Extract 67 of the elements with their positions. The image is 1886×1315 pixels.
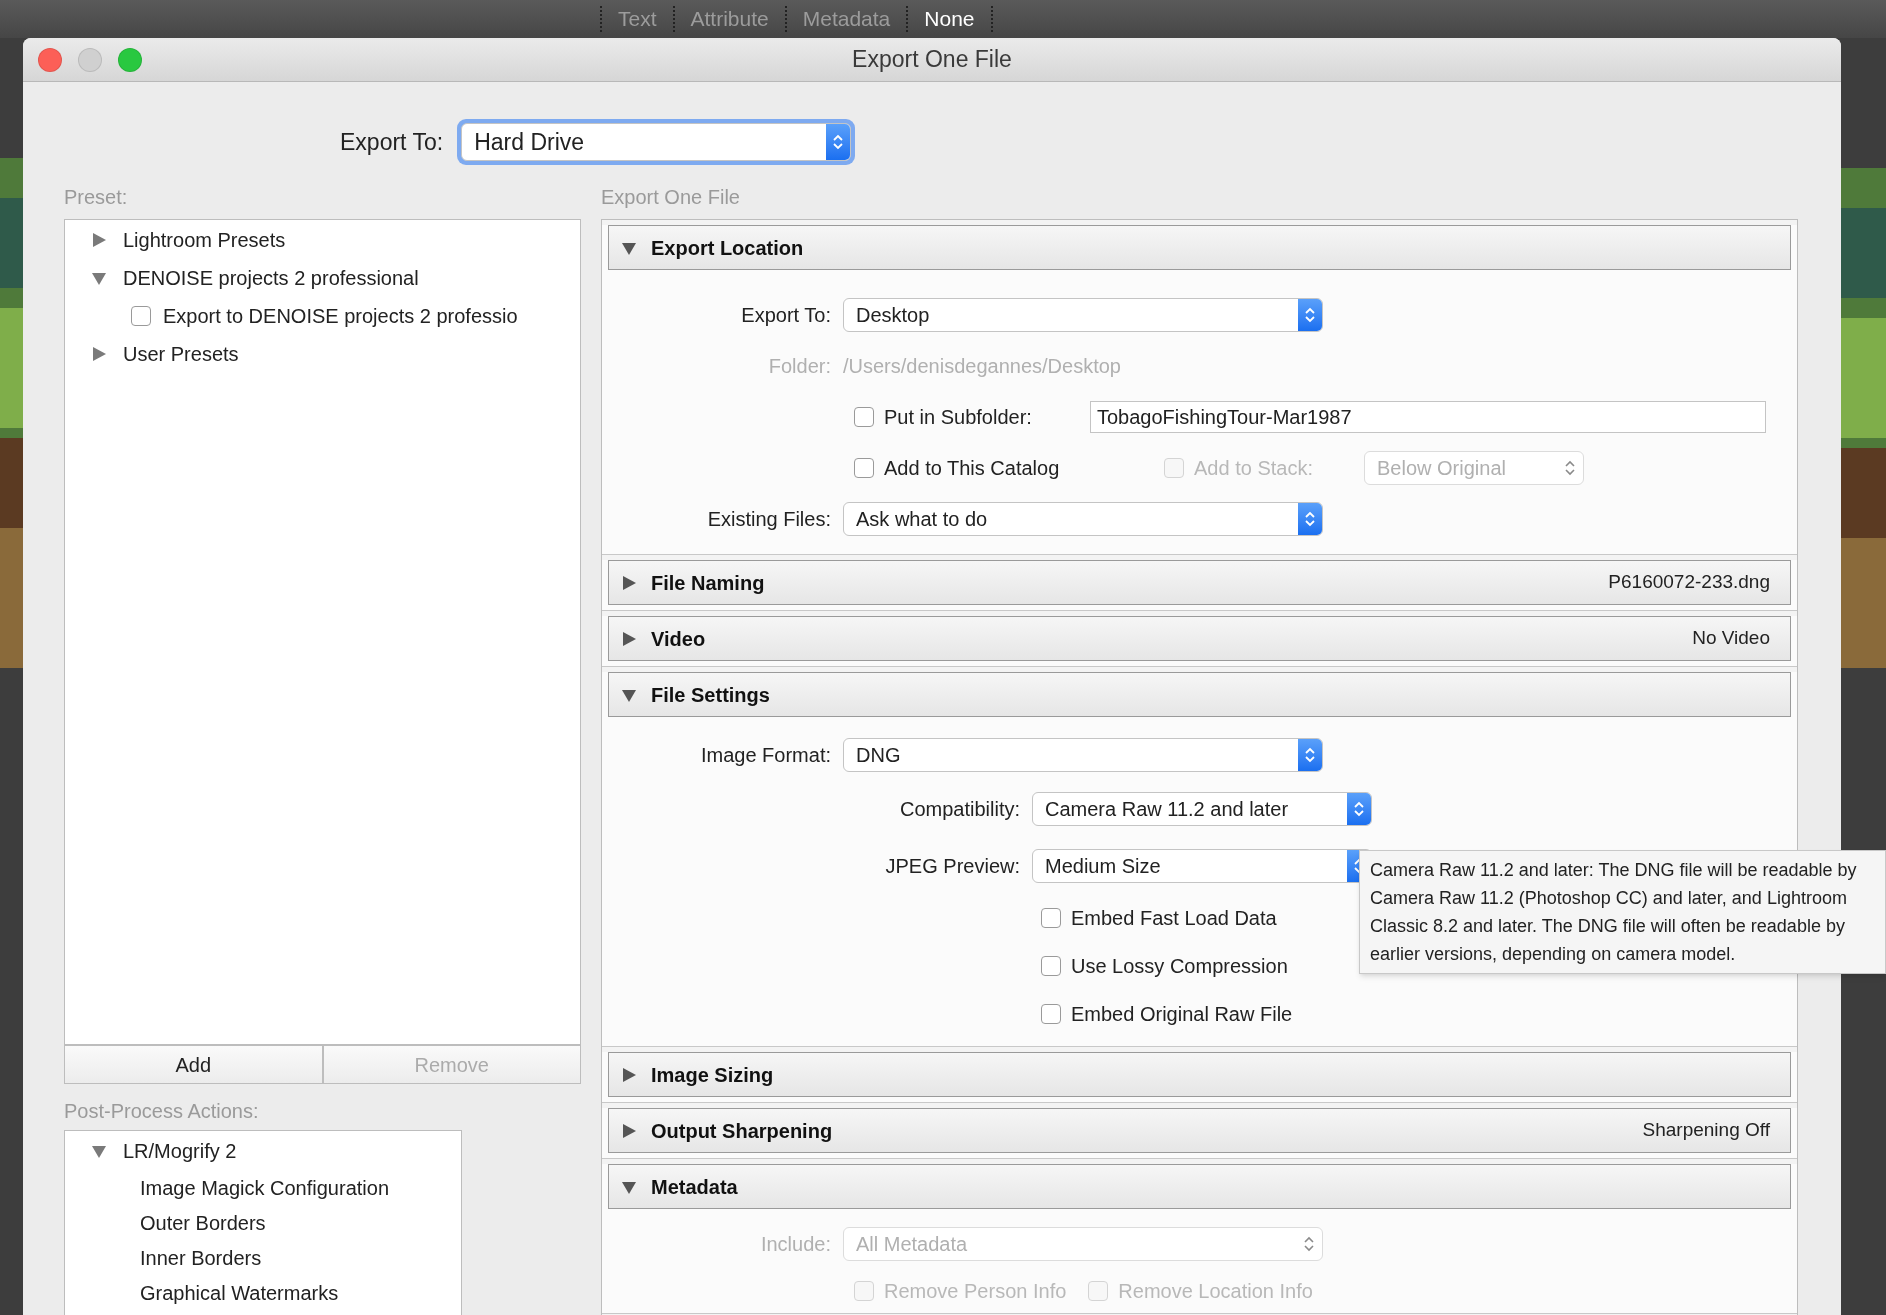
tree-item[interactable]: Export to DENOISE projects 2 professio — [163, 301, 518, 331]
preset-label: Preset: — [64, 185, 129, 208]
triangle-icon[interactable] — [91, 270, 107, 286]
stepper-icon — [1298, 502, 1322, 535]
checkbox-label: Add to This Catalog — [884, 455, 1061, 481]
section-header[interactable]: Export Location — [608, 225, 1791, 270]
window-title: Export One File — [852, 45, 1012, 75]
tree-item[interactable]: Image Magick Configuration — [140, 1172, 389, 1203]
checkbox-label: Add to Stack: — [1194, 455, 1314, 481]
checkbox-label: Embed Original Raw File — [1071, 1002, 1293, 1027]
checkbox[interactable] — [1041, 1004, 1061, 1024]
section-header[interactable]: File Naming P6160072-233.dng — [608, 560, 1791, 605]
stepper-icon — [1298, 298, 1322, 331]
post-process-label: Post-Process Actions: — [64, 1099, 260, 1122]
tree-item[interactable]: Inner Borders — [140, 1242, 262, 1273]
field-label: Image Format: — [700, 743, 831, 766]
close-button[interactable] — [38, 48, 62, 72]
folder-path: /Users/denisdegannes/Desktop — [843, 353, 1121, 379]
dropdown[interactable]: Ask what to do — [843, 501, 1323, 536]
triangle-icon[interactable] — [621, 1066, 637, 1083]
export-to-label: Export To: — [340, 127, 444, 157]
field-label: Folder: — [768, 354, 831, 377]
section-header[interactable]: Metadata — [608, 1164, 1791, 1209]
tree-item[interactable]: LR/Mogrify 2 — [123, 1136, 237, 1166]
section-header[interactable]: Video No Video — [608, 616, 1791, 661]
checkbox[interactable] — [131, 306, 151, 326]
triangle-icon[interactable] — [621, 1122, 637, 1139]
checkbox[interactable] — [1041, 908, 1061, 928]
tree-item[interactable]: User Presets — [123, 339, 239, 369]
checkbox-label: Put in Subfolder: — [884, 404, 1033, 430]
checkbox-label: Remove Location Info — [1118, 1279, 1313, 1304]
tooltip: Camera Raw 11.2 and later: The DNG file will be readable by Camera Raw 11.2 (Photoshop CC) and later, and Lightroom Classic 8.2 and later. The DNG file will often be readable by earlier versions, depending on camera model. — [1359, 850, 1886, 974]
dropdown[interactable]: Camera Raw 11.2 and later — [1032, 791, 1372, 826]
field-label: JPEG Preview: — [885, 854, 1020, 877]
dropdown[interactable]: Desktop — [843, 297, 1323, 332]
stepper-icon — [826, 124, 851, 160]
section-header[interactable]: Image Sizing — [608, 1052, 1791, 1097]
section-header[interactable]: File Settings — [608, 672, 1791, 717]
triangle-icon[interactable] — [621, 630, 637, 647]
field-label: Include: — [760, 1232, 831, 1255]
field-label: Export To: — [741, 303, 831, 326]
section-header[interactable]: Output Sharpening Sharpening Off — [608, 1108, 1791, 1153]
stepper-icon — [1298, 738, 1322, 771]
checkbox[interactable] — [1041, 956, 1061, 976]
checkbox-label: Use Lossy Compression — [1071, 954, 1288, 979]
dropdown[interactable]: Hard Drive — [461, 123, 852, 161]
tree-item[interactable]: Outer Borders — [140, 1207, 266, 1238]
tree-item[interactable]: Graphical Watermarks — [140, 1277, 339, 1308]
checkbox[interactable] — [854, 406, 874, 427]
field-label: Compatibility: — [899, 797, 1020, 820]
tree-item[interactable]: Lightroom Presets — [123, 225, 286, 255]
settings-label: Export One File — [601, 185, 741, 208]
triangle-icon[interactable] — [91, 1143, 107, 1159]
triangle-icon[interactable] — [91, 232, 107, 248]
checkbox-label: Embed Fast Load Data — [1071, 906, 1277, 931]
stepper-icon — [1347, 792, 1371, 825]
field-label: Existing Files: — [707, 507, 831, 530]
dropdown[interactable]: DNG — [843, 737, 1323, 772]
zoom-button[interactable] — [118, 48, 142, 72]
subfolder-field[interactable]: TobagoFishingTour-Mar1987 — [1090, 400, 1766, 433]
preset-button[interactable]: Add — [64, 1045, 323, 1084]
filter-tab[interactable]: None — [918, 3, 981, 35]
triangle-icon[interactable] — [91, 346, 107, 362]
checkbox-label: Remove Person Info — [884, 1279, 1067, 1304]
tree-item[interactable]: DENOISE projects 2 professional — [123, 263, 419, 293]
triangle-icon[interactable] — [621, 574, 637, 591]
checkbox[interactable] — [854, 457, 874, 478]
